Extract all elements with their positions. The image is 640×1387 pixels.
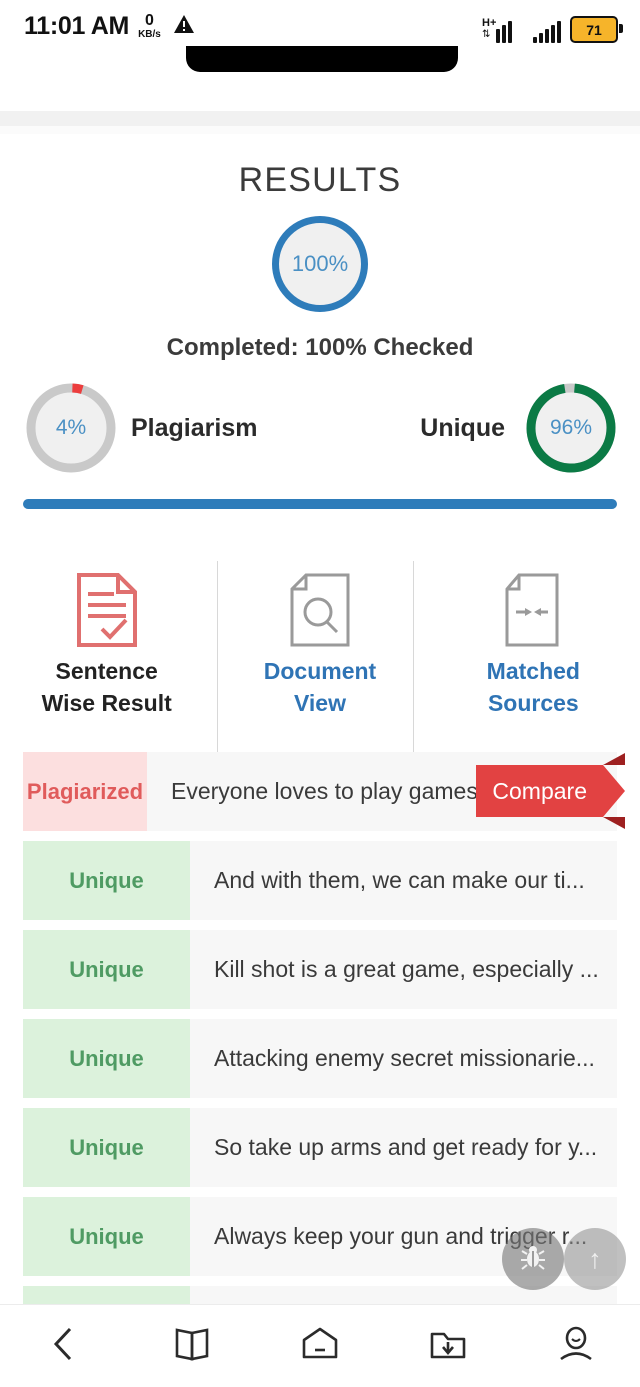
status-bar-left: 11:01 AM 0 KB/s (24, 12, 195, 41)
document-check-icon (76, 568, 138, 652)
battery-percent-label: 71 (586, 21, 602, 38)
document-compare-icon (502, 568, 564, 652)
warning-triangle-icon (173, 14, 195, 39)
network-type-label: H+ (482, 17, 497, 29)
table-row[interactable]: Unique Attacking enemy secret missionari… (23, 1019, 617, 1098)
status-bar: 11:01 AM 0 KB/s H+ ⇅ 71 (0, 0, 640, 88)
bookmarks-button[interactable] (144, 1305, 240, 1387)
scroll-to-top-button[interactable]: ↑ (564, 1228, 626, 1290)
status-badge: Unique (23, 1019, 190, 1098)
status-badge: Unique (23, 841, 190, 920)
status-bar-right: H+ ⇅ 71 (482, 16, 623, 43)
bug-report-button[interactable] (502, 1228, 564, 1290)
bug-icon (518, 1242, 548, 1277)
tab-label-line2: Sources (487, 689, 579, 716)
network-speed-indicator: 0 KB/s (138, 13, 161, 40)
folder-download-icon (428, 1326, 468, 1367)
unique-label: Unique (420, 414, 505, 442)
tab-label: Sentence Wise Result (42, 656, 172, 719)
status-badge (23, 1286, 190, 1304)
page-title: RESULTS (238, 161, 402, 199)
sentence-text: And with them, we can make our ti... (214, 867, 585, 893)
table-row[interactable]: Unique Kill shot is a great game, especi… (23, 930, 617, 1009)
sentence-text: So take up arms and get ready for y... (214, 1134, 598, 1160)
compare-ribbon-tip (603, 765, 625, 817)
status-badge: Unique (23, 1197, 190, 1276)
tab-sentence-wise-result[interactable]: Sentence Wise Result (0, 546, 213, 738)
compare-ribbon-fold-bottom (603, 817, 625, 829)
signal-bars-icon-1: H+ ⇅ (482, 18, 524, 43)
compare-button[interactable]: Compare (476, 753, 625, 829)
tab-matched-sources[interactable]: Matched Sources (427, 546, 640, 738)
tab-label: Document View (264, 656, 376, 719)
data-transfer-icon: ⇅ (482, 29, 491, 40)
section-divider-bar (23, 499, 617, 509)
plagiarism-gauge: 4% (25, 382, 117, 474)
table-row[interactable]: Unique So take up arms and get ready for… (23, 1108, 617, 1187)
overall-progress-value: 100% (291, 251, 349, 276)
table-row[interactable]: Plagiarized Everyone loves to play games… (23, 752, 625, 831)
tab-document-view[interactable]: Document View (213, 546, 426, 738)
overall-progress-wrapper: 100% (0, 216, 640, 312)
plagiarism-value: 4% (55, 416, 87, 439)
back-button[interactable] (16, 1305, 112, 1387)
book-icon (173, 1326, 211, 1367)
network-speed-unit: KB/s (138, 29, 161, 40)
unique-gauge: 96% (525, 382, 617, 474)
tab-label-line2: View (293, 689, 346, 716)
camera-notch (186, 46, 458, 72)
person-icon (557, 1326, 595, 1367)
status-clock: 11:01 AM (24, 12, 130, 40)
downloads-button[interactable] (400, 1305, 496, 1387)
sentence-text: Attacking enemy secret missionarie... (214, 1045, 595, 1071)
arrow-up-icon: ↑ (588, 1243, 602, 1274)
tab-label-line1: Sentence (55, 658, 158, 684)
plagiarism-label: Plagiarism (131, 414, 258, 442)
tab-label-line2: Wise Result (41, 689, 172, 716)
status-badge: Unique (23, 1108, 190, 1187)
bottom-navigation-bar (0, 1304, 640, 1387)
battery-icon: 71 (570, 16, 623, 43)
sentence-text: Kill shot is a great game, especially ..… (214, 956, 599, 982)
sentence-text (190, 1286, 617, 1304)
results-page: RESULTS 100% Completed: 100% Checked 4% … (0, 134, 640, 1305)
view-tabs: Sentence Wise Result Document View Match… (0, 546, 640, 753)
unique-value: 96% (549, 416, 593, 439)
home-button[interactable] (272, 1305, 368, 1387)
document-search-icon (289, 568, 351, 652)
sentence-list: Plagiarized Everyone loves to play games… (0, 752, 640, 1304)
signal-bars-icon-2 (533, 21, 561, 43)
status-badge: Plagiarized (23, 752, 147, 831)
compare-ribbon-fold-top (603, 753, 625, 765)
chevron-left-icon (52, 1326, 76, 1367)
home-icon (300, 1326, 340, 1367)
completed-status-text: Completed: 100% Checked (166, 334, 474, 361)
table-row[interactable]: Unique And with them, we can make our ti… (23, 841, 617, 920)
tab-label: Matched Sources (487, 656, 580, 719)
tab-label-line1: Matched (486, 658, 580, 684)
network-speed-value: 0 (145, 12, 154, 29)
profile-button[interactable] (528, 1305, 624, 1387)
overall-progress-ring: 100% (272, 216, 368, 312)
tab-label-line1: Document (263, 658, 377, 684)
status-badge: Unique (23, 930, 190, 1009)
score-gauges: 4% Plagiarism 96% Unique (0, 374, 640, 486)
browser-chrome-gap (0, 88, 640, 111)
browser-chrome-band-lower (0, 126, 640, 134)
compare-button-label: Compare (476, 765, 603, 817)
browser-chrome-band (0, 111, 640, 126)
